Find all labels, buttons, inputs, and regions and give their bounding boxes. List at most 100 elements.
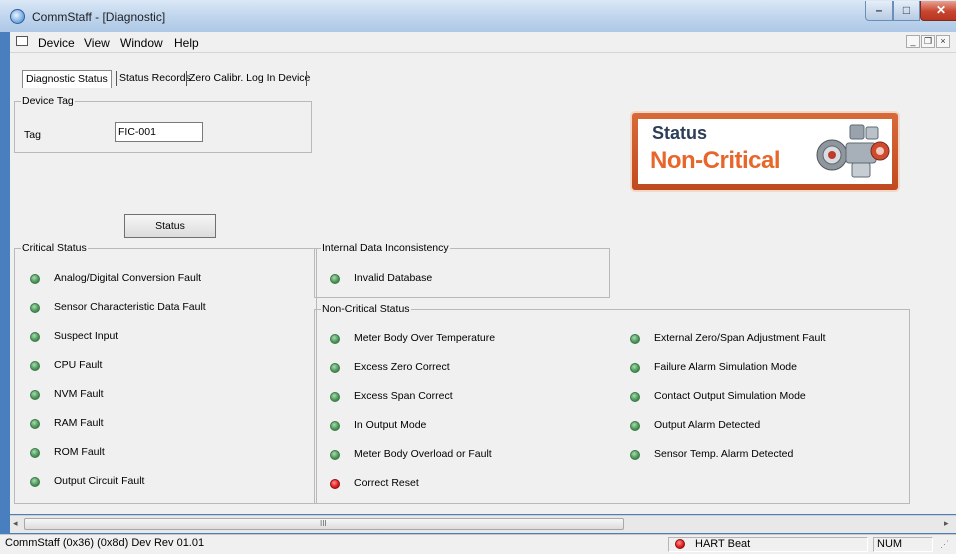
status-led-green-icon: [630, 421, 640, 431]
child-minimize-button[interactable]: _: [906, 35, 920, 48]
status-led-green-icon: [630, 334, 640, 344]
status-led-green-icon: [330, 274, 340, 284]
tag-label: Tag: [24, 129, 41, 141]
status-item: ROM Fault: [30, 446, 310, 460]
status-led-green-icon: [630, 450, 640, 460]
tag-field[interactable]: FIC-001: [115, 122, 203, 142]
status-led-green-icon: [30, 448, 40, 458]
menu-window[interactable]: Window: [120, 36, 163, 50]
status-indicator-banner: Status Non-Critical: [632, 113, 898, 190]
group-title: Device Tag: [21, 95, 75, 107]
group-title: Non-Critical Status: [321, 303, 411, 315]
device-info-text: CommStaff (0x36) (0x8d) Dev Rev 01.01: [5, 537, 205, 549]
scrollbar-grip: III: [320, 519, 327, 528]
window-title: CommStaff - [Diagnostic]: [32, 10, 166, 24]
resize-grip-icon[interactable]: ⋰: [940, 539, 949, 550]
status-item: In Output Mode: [330, 419, 610, 433]
status-item: Invalid Database: [330, 272, 600, 286]
status-item-label: Contact Output Simulation Mode: [654, 390, 806, 402]
status-item-label: Meter Body Overload or Fault: [354, 448, 492, 460]
document-icon[interactable]: [16, 36, 28, 46]
status-item: Sensor Temp. Alarm Detected: [630, 448, 900, 462]
status-item-label: In Output Mode: [354, 419, 427, 431]
status-item: Failure Alarm Simulation Mode: [630, 361, 900, 375]
status-heading: Status: [652, 123, 708, 143]
status-led-green-icon: [330, 421, 340, 431]
status-item-label: NVM Fault: [54, 388, 104, 400]
status-item: Output Alarm Detected: [630, 419, 900, 433]
status-value: Non-Critical: [650, 147, 781, 174]
minimize-button[interactable]: –: [865, 1, 893, 21]
hart-beat-led-icon: [675, 539, 685, 549]
status-item: Excess Zero Correct: [330, 361, 610, 375]
status-button[interactable]: Status: [124, 214, 216, 238]
status-led-green-icon: [330, 363, 340, 373]
status-item-label: Output Circuit Fault: [54, 475, 145, 487]
critical-status-group: Critical Status Analog/Digital Conversio…: [14, 242, 317, 504]
scroll-left-arrow-icon[interactable]: ◂: [13, 518, 18, 529]
scroll-right-arrow-icon[interactable]: ▸: [944, 518, 949, 529]
status-item: CPU Fault: [30, 359, 310, 373]
status-item-label: Invalid Database: [354, 272, 433, 284]
maximize-button[interactable]: □: [893, 1, 920, 21]
device-tag-group: Device Tag Tag FIC-001: [14, 95, 312, 153]
title-bar[interactable]: CommStaff - [Diagnostic] – □ ✕: [0, 0, 956, 32]
tab-diagnostic-status[interactable]: Diagnostic Status: [22, 70, 112, 88]
status-banner-panel: Status Non-Critical: [638, 119, 892, 184]
status-item-label: Excess Span Correct: [354, 390, 453, 402]
status-item: Correct Reset: [330, 477, 610, 491]
group-title: Internal Data Inconsistency: [321, 242, 450, 254]
child-restore-button[interactable]: ❐: [921, 35, 935, 48]
menu-bar: Device View Window Help _ ❐ ×: [10, 32, 956, 53]
status-led-green-icon: [330, 392, 340, 402]
app-icon: [10, 9, 25, 24]
close-button[interactable]: ✕: [920, 1, 956, 21]
status-item-label: RAM Fault: [54, 417, 104, 429]
status-led-green-icon: [30, 332, 40, 342]
status-led-green-icon: [30, 274, 40, 284]
num-lock-indicator: NUM: [873, 537, 933, 552]
status-item-label: Failure Alarm Simulation Mode: [654, 361, 797, 373]
status-item: Meter Body Overload or Fault: [330, 448, 610, 462]
diagnostic-panel: Diagnostic Status Status Records Zero Ca…: [10, 53, 956, 533]
status-item: External Zero/Span Adjustment Fault: [630, 332, 900, 346]
status-item-label: Correct Reset: [354, 477, 419, 489]
status-item: Contact Output Simulation Mode: [630, 390, 900, 404]
status-item-label: Sensor Temp. Alarm Detected: [654, 448, 794, 460]
status-item: Suspect Input: [30, 330, 310, 344]
status-item: Excess Span Correct: [330, 390, 610, 404]
menu-help[interactable]: Help: [174, 36, 199, 50]
menu-view[interactable]: View: [84, 36, 110, 50]
tab-divider: [306, 71, 307, 86]
hart-beat-pane: HART Beat: [668, 537, 868, 552]
scrollbar-thumb[interactable]: III: [24, 518, 624, 530]
status-item: NVM Fault: [30, 388, 310, 402]
status-item-label: ROM Fault: [54, 446, 105, 458]
status-item-label: Output Alarm Detected: [654, 419, 761, 431]
status-item: RAM Fault: [30, 417, 310, 431]
tab-zero-calibr-log[interactable]: Zero Calibr. Log In Device: [186, 70, 313, 87]
status-led-green-icon: [30, 477, 40, 487]
group-title: Critical Status: [21, 242, 88, 254]
hart-beat-label: HART Beat: [695, 538, 751, 550]
status-led-green-icon: [30, 390, 40, 400]
horizontal-scrollbar[interactable]: ◂ III ▸: [10, 515, 956, 533]
status-item-label: Sensor Characteristic Data Fault: [54, 301, 206, 313]
status-item: Analog/Digital Conversion Fault: [30, 272, 310, 286]
status-bar: CommStaff (0x36) (0x8d) Dev Rev 01.01 HA…: [0, 534, 956, 554]
tab-status-records[interactable]: Status Records: [116, 70, 194, 87]
internal-data-inconsistency-group: Internal Data Inconsistency Invalid Data…: [314, 242, 610, 298]
status-item-label: Meter Body Over Temperature: [354, 332, 496, 344]
status-led-green-icon: [630, 363, 640, 373]
status-item: Meter Body Over Temperature: [330, 332, 610, 346]
status-led-green-icon: [330, 334, 340, 344]
status-led-green-icon: [30, 419, 40, 429]
menu-device[interactable]: Device: [38, 36, 75, 50]
status-led-red-icon: [330, 479, 340, 489]
child-close-button[interactable]: ×: [936, 35, 950, 48]
status-led-green-icon: [30, 361, 40, 371]
status-item-label: Excess Zero Correct: [354, 361, 450, 373]
status-item-label: External Zero/Span Adjustment Fault: [654, 332, 826, 344]
status-item: Output Circuit Fault: [30, 475, 310, 489]
non-critical-status-group: Non-Critical Status Meter Body Over Temp…: [314, 303, 910, 504]
